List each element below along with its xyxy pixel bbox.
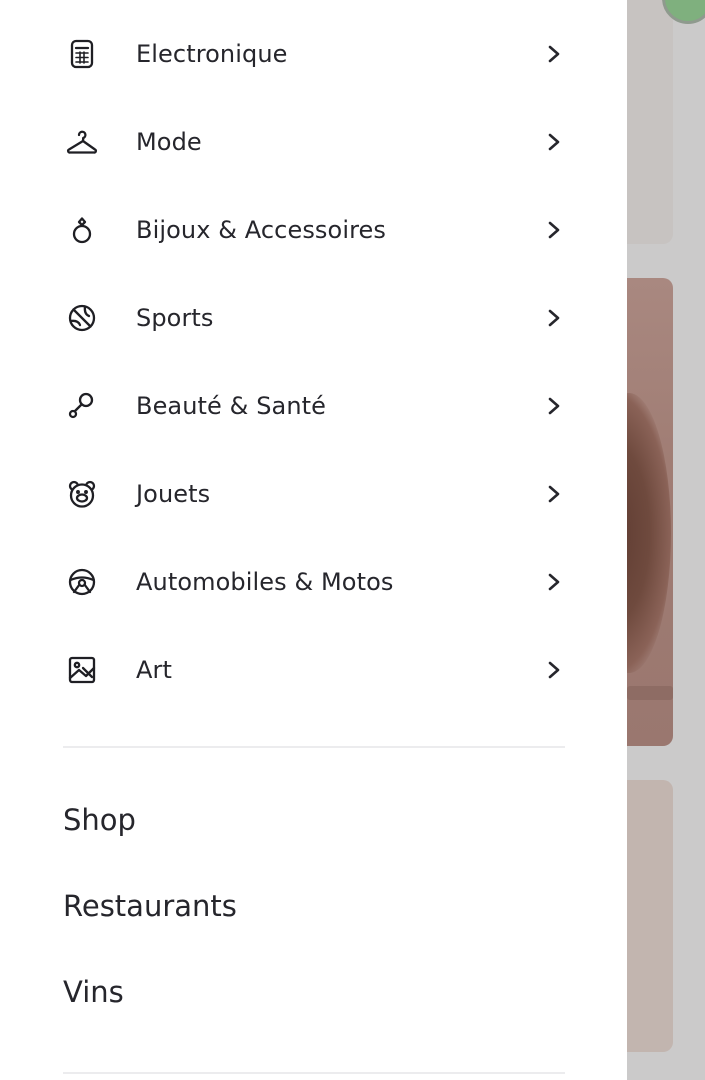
background-product-image (627, 393, 671, 673)
ball-icon (63, 299, 101, 337)
chevron-right-icon (543, 395, 565, 417)
category-label: Electronique (136, 40, 288, 68)
background-product-card-image (627, 278, 673, 746)
image-icon (63, 651, 101, 689)
chevron-right-icon (543, 43, 565, 65)
category-label: Automobiles & Motos (136, 568, 394, 596)
link-restaurants[interactable]: Restaurants (63, 889, 237, 923)
chevron-right-icon (543, 307, 565, 329)
category-item-automobiles-motos[interactable]: Automobiles & Motos (63, 552, 565, 612)
category-label: Sports (136, 304, 214, 332)
hanger-icon (63, 123, 101, 161)
background-product-card (627, 0, 673, 244)
category-label: Jouets (136, 480, 211, 508)
category-label: Beauté & Santé (136, 392, 327, 420)
chevron-right-icon (543, 219, 565, 241)
ring-icon (63, 211, 101, 249)
chevron-right-icon (543, 659, 565, 681)
chevron-right-icon (543, 131, 565, 153)
background-product-card (627, 780, 673, 1052)
category-label: Mode (136, 128, 202, 156)
category-label: Bijoux & Accessoires (136, 216, 386, 244)
chevron-right-icon (543, 483, 565, 505)
category-label: Art (136, 656, 172, 684)
divider (63, 746, 565, 748)
divider (63, 1072, 565, 1074)
link-vins[interactable]: Vins (63, 975, 124, 1009)
link-shop[interactable]: Shop (63, 803, 136, 837)
category-item-sports[interactable]: Sports (63, 288, 565, 348)
category-item-jouets[interactable]: Jouets (63, 464, 565, 524)
category-item-mode[interactable]: Mode (63, 112, 565, 172)
chevron-right-icon (543, 571, 565, 593)
background-product-stand (627, 686, 673, 700)
teddy-bear-icon (63, 475, 101, 513)
beauty-tool-icon (63, 387, 101, 425)
category-item-beaute-sante[interactable]: Beauté & Santé (63, 376, 565, 436)
navigation-drawer: Electronique Mode Bijoux & Accessoires S… (0, 0, 627, 1080)
calculator-icon (63, 35, 101, 73)
category-item-art[interactable]: Art (63, 640, 565, 700)
steering-wheel-icon (63, 563, 101, 601)
category-item-electronique[interactable]: Electronique (63, 24, 565, 84)
category-item-bijoux-accessoires[interactable]: Bijoux & Accessoires (63, 200, 565, 260)
